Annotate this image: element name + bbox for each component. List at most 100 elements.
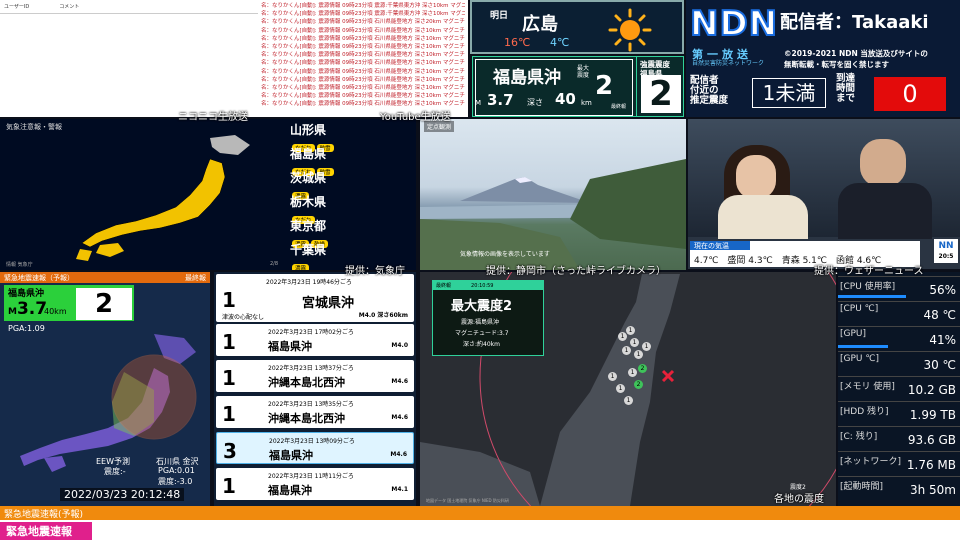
arrival-label: 到達 時間 まで (836, 73, 856, 104)
weather-warning-map: 気象注意報・警報 情報 気象庁 2/8 山形県 なだれ 融雪 福島県 なだれ 融雪 茨城県濃… (0, 119, 416, 270)
quake-time: 2022年3月23日 11時11分ごろ (268, 473, 354, 480)
anchor-left-body (718, 195, 808, 239)
quake-magnitude: M4.0 深さ60km (358, 312, 408, 319)
stat-label: [CPU ℃] (840, 304, 879, 314)
quake-list-item: 1 2022年3月23日 13時37分ごろ 沖縄本島北西沖 M4.6 (216, 360, 414, 392)
stat-value: 3h 50m (909, 483, 956, 497)
quake-area: 福島県沖 (268, 484, 312, 497)
stat-value: 10.2 GB (907, 383, 956, 397)
stat-value: 56% (929, 283, 956, 297)
stat-value: 1.99 TB (909, 408, 956, 422)
comment-line: 名：なりかくん[自動]: 震源情報 09時23分頃 石川県能登地方 深さ10km… (261, 44, 465, 51)
comment-line: 名：なりかくん[自動]: 震源情報 09時23分頃 石川県能登地方 深さ10km… (261, 52, 465, 59)
stat-label: [ネットワーク] (840, 457, 902, 467)
quake-time: 2022年3月23日 13時35分ごろ (268, 401, 354, 408)
stat-label: [C: 残り] (840, 432, 878, 442)
map-title: 気象注意報・警報 (6, 123, 62, 131)
anchor-right-face (860, 139, 906, 187)
warning-tags: 濃霧 (292, 255, 311, 270)
weather-low: 4℃ (550, 36, 570, 49)
station-marker: 1 (624, 396, 633, 405)
anchor-left-face (736, 155, 776, 199)
strong-motion-intensity: 2 (641, 75, 681, 113)
stat-value: 30 ℃ (923, 358, 956, 372)
stat-label: [GPU ℃] (840, 354, 879, 364)
eew-area: 福島県沖 (493, 68, 561, 88)
weathernews-logo: NN 20:5 (934, 239, 958, 263)
quake-area: 沖縄本島北西沖 (268, 412, 345, 425)
quake-time: 2022年3月23日 13時37分ごろ (268, 365, 354, 372)
comment-line: 名：なりかくん[自動]: 震源情報 09時23分頃 石川県能登地方 深さ10km… (261, 35, 465, 42)
quake-magnitude: M4.1 (391, 486, 408, 493)
weather-panel: 明日 広島 16℃ 4℃ (470, 0, 684, 54)
eew-forecast-int: 震度:- (104, 467, 126, 476)
quake-list-item: 1 2022年3月23日 13時35分ごろ 沖縄本島北西沖 M4.6 (216, 396, 414, 428)
quake-area: 福島県沖 (268, 340, 312, 353)
tsunami-note: 津波の心配なし (222, 314, 265, 321)
quake-magnitude: M4.6 (391, 414, 408, 421)
quake-list-item: 3 2022年3月23日 13時09分ごろ 福島県沖 M4.6 (216, 432, 414, 464)
quake-list-item: 1 2022年3月23日 19時46分ごろ 宮城県沖 M4.0 深さ60km 津波… (216, 274, 414, 322)
quake-time: 2022年3月23日 13時09分ごろ (269, 438, 355, 445)
news-studio: 現在の気温 4.7℃ 盛岡 4.3℃ 青森 5.1℃ 函館 4.6℃ NN 20:… (688, 119, 960, 269)
comment-line: 名：なりかくん[自動]: 震源情報 09時23分頃 石川県能登地方 深さ10km… (261, 93, 465, 100)
station-marker: 1 (616, 384, 625, 393)
depth-unit: km (581, 99, 592, 107)
comment-line: 名：なりかくん[自動]: 震源情報 09時23分頃 震源:千葉県東方沖 深さ10… (261, 11, 465, 18)
station-marker: 2 (638, 364, 647, 373)
station-marker: 1 (634, 350, 643, 359)
stat-value: 93.6 GB (907, 433, 956, 447)
strong-motion-box: 強震震度 福島県 2 (636, 57, 683, 116)
map-page: 2/8 (270, 261, 279, 267)
quake-list-item: 1 2022年3月23日 11時11分ごろ 福島県沖 M4.1 (216, 468, 414, 500)
weather-high: 16℃ (504, 36, 531, 49)
system-monitor: [CPU 使用率] 56% [CPU ℃] 48 ℃ [GPU] 41% [GP… (838, 272, 960, 506)
quake-intensity: 3 (223, 439, 237, 463)
intensity-card: 最終報 20:10:59 最大震度2 震源:福島県沖 マグニチュード:3.7 深さ… (432, 280, 544, 356)
station-marker: 1 (626, 326, 635, 335)
comment-panel-left: ユーザーID コメント (0, 0, 258, 117)
credit-nico: ニコニコ生放送 (178, 112, 248, 123)
final-report-label: 最終報 (611, 104, 627, 110)
stat-label: [GPU] (840, 329, 867, 339)
quake-intensity: 1 (222, 474, 236, 498)
eew-summary: 福島県沖 最大 震度 M 3.7 深さ 40 km 2 最終報 強震震度 福島県 2 (472, 56, 684, 117)
observation-int: 震度:-3.0 (158, 477, 193, 486)
quake-time: 2022年3月23日 19時46分ごろ (266, 279, 352, 286)
system-stat-row: [CPU 使用率] 56% (838, 276, 960, 298)
credit-each-intensity: 各地の震度 (774, 494, 824, 505)
stat-label: [HDD 残り] (840, 407, 889, 417)
arrival-countdown: 0 (874, 77, 946, 111)
warning-tag: 濃霧 (292, 264, 310, 270)
comment-line: 名：なりかくん[自動]: 震源情報 09時23分頃 石川県能登地方 深さ10km… (261, 85, 465, 92)
map-attribution: 地図データ 国土地理院 気象庁 NIED 防災科研 (426, 498, 509, 503)
quake-magnitude: M4.0 (391, 342, 408, 349)
depth-label: 深さ (527, 98, 543, 107)
anchor-right-body (838, 183, 932, 239)
temperature-bar-title: 現在の気温 (690, 241, 750, 250)
timestamp: 2022/03/23 20:12:48 (60, 488, 185, 501)
credit-shizuoka: 提供：静岡市（さった峠ライブカメラ） (486, 266, 666, 277)
system-stat-row: [CPU ℃] 48 ℃ (838, 301, 960, 323)
station-marker: 2 (634, 380, 643, 389)
orange-alert-bar: 緊急地震速報(予報) (0, 506, 960, 520)
streamer-name: 配信者：Takaaki (780, 12, 929, 33)
ndn-logo: NDN (689, 3, 779, 45)
eew-map-header: 緊急地震速報（予報） 最終報 (0, 272, 210, 283)
depth-value: 40 (555, 90, 576, 108)
quake-magnitude: M4.6 (390, 451, 407, 458)
observation-pga: PGA:0.01 (158, 466, 195, 475)
credit-youtube: YouTube生放送 (380, 112, 451, 123)
comment-panel-right: 名：なりかくん[自動]: 震源情報 09時23分頃 震源:千葉県東方沖 深さ10… (258, 0, 468, 117)
pink-alert-tag: 緊急地震速報 (0, 522, 92, 540)
quake-area: 沖縄本島北西沖 (268, 376, 345, 389)
credit-weathernews: 提供：ウェザーニュース (814, 266, 924, 277)
system-stat-row: [C: 残り] 93.6 GB (838, 426, 960, 448)
quake-intensity: 1 (222, 330, 236, 354)
stat-label: [CPU 使用率] (840, 282, 896, 292)
weather-day-label: 明日 (490, 11, 509, 21)
quake-area: 宮城県沖 (302, 296, 355, 311)
column-header-user: ユーザーID (4, 4, 30, 10)
max-intensity-value: 2 (595, 71, 614, 101)
comment-line: 名：なりかくん[自動]: 震源情報 09時23分頃 石川県能登地方 深さ10km… (261, 60, 465, 67)
